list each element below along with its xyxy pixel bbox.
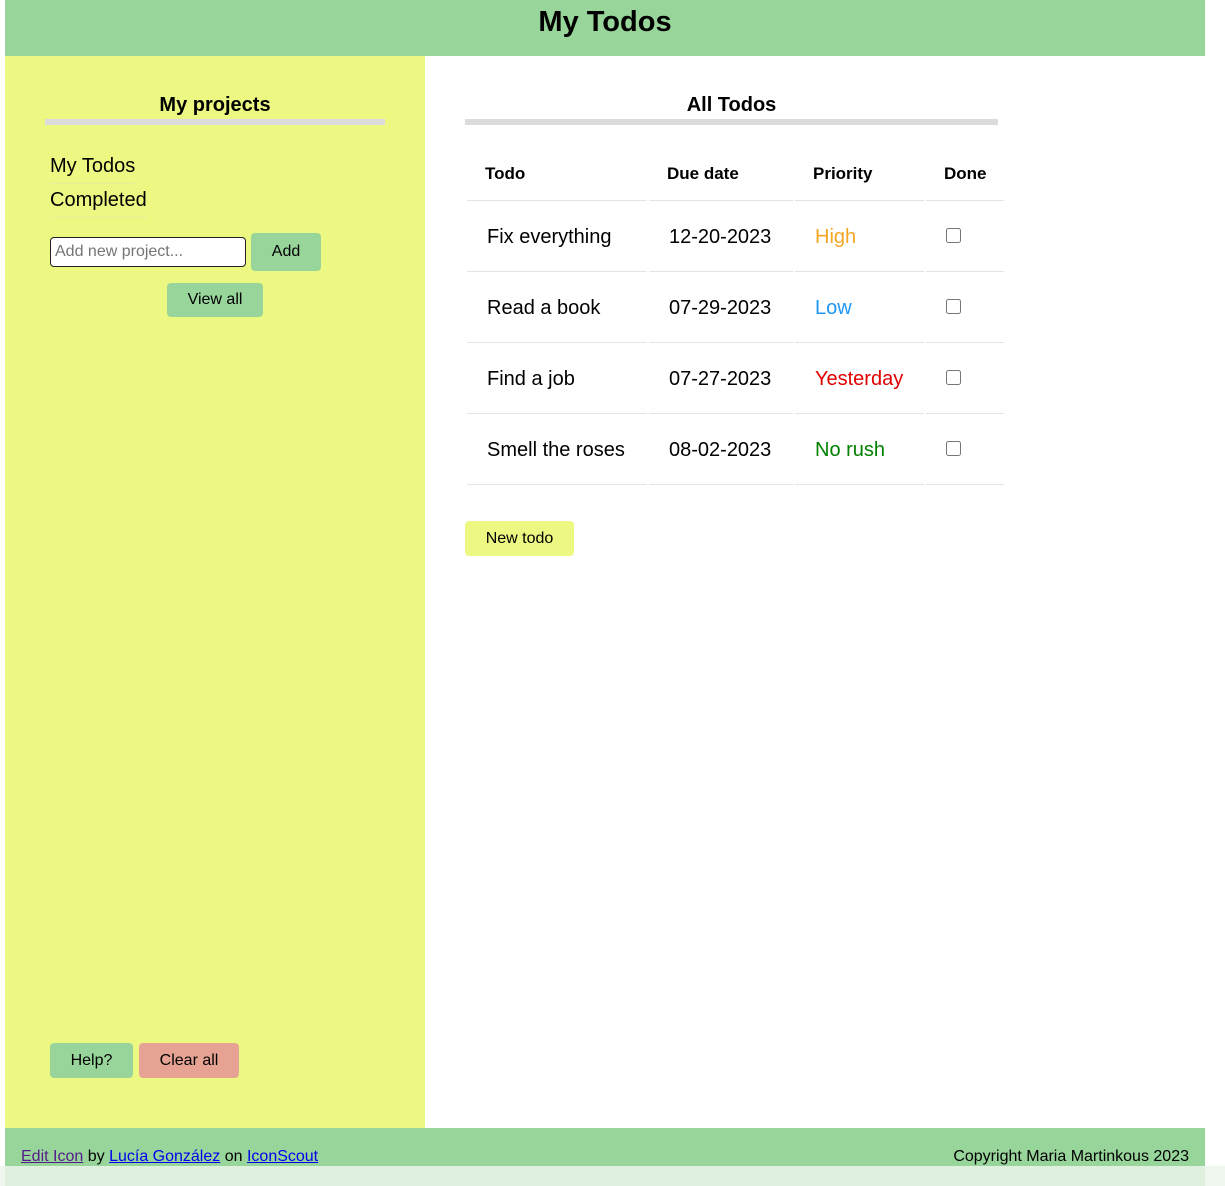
- todo-done-cell: [926, 274, 1004, 343]
- todo-due-date: 12-20-2023: [649, 203, 793, 272]
- todo-priority: High: [795, 203, 924, 272]
- view-all-button[interactable]: View all: [167, 283, 263, 317]
- add-project-button[interactable]: Add: [251, 233, 321, 271]
- todo-priority: Low: [795, 274, 924, 343]
- iconscout-link[interactable]: IconScout: [247, 1148, 318, 1165]
- app-title: My Todos: [538, 5, 672, 38]
- footer-by-text: by: [87, 1148, 105, 1165]
- sidebar: My projects My Todos Completed Add View …: [5, 56, 425, 1128]
- new-project-input[interactable]: [50, 237, 246, 267]
- edit-icon-link[interactable]: Edit Icon: [21, 1148, 83, 1165]
- help-button[interactable]: Help?: [50, 1043, 133, 1078]
- todo-title: Fix everything: [467, 203, 647, 272]
- new-todo-button[interactable]: New todo: [465, 521, 574, 556]
- table-row: Smell the roses 08-02-2023 No rush: [467, 416, 1004, 485]
- table-row: Find a job 07-27-2023 Yesterday: [467, 345, 1004, 414]
- copyright-text: Copyright Maria Martinkous 2023: [953, 1148, 1189, 1165]
- main-title-divider: [465, 119, 998, 125]
- table-header-row: Todo Due date Priority Done: [467, 148, 1004, 201]
- column-header-due-date: Due date: [649, 148, 793, 201]
- todo-title: Find a job: [467, 345, 647, 414]
- todo-done-cell: [926, 203, 1004, 272]
- app-header: My Todos: [5, 0, 1205, 56]
- todo-due-date: 07-29-2023: [649, 274, 793, 343]
- todo-title: Read a book: [467, 274, 647, 343]
- footer-on-text: on: [224, 1148, 243, 1165]
- table-row: Fix everything 12-20-2023 High: [467, 203, 1004, 272]
- clear-all-button[interactable]: Clear all: [139, 1043, 239, 1078]
- todo-title: Smell the roses: [467, 416, 647, 485]
- todo-done-checkbox[interactable]: [946, 369, 961, 385]
- todo-table: Todo Due date Priority Done Fix everythi…: [465, 146, 1006, 487]
- column-header-priority: Priority: [795, 148, 924, 201]
- todo-done-checkbox[interactable]: [946, 440, 961, 456]
- table-row: Read a book 07-29-2023 Low: [467, 274, 1004, 343]
- project-list: My Todos Completed: [50, 150, 147, 218]
- todo-done-cell: [926, 345, 1004, 414]
- author-link[interactable]: Lucía González: [109, 1148, 220, 1165]
- system-dock-overlay: [0, 1166, 1225, 1186]
- todo-due-date: 08-02-2023: [649, 416, 793, 485]
- app-page: My Todos My projects My Todos Completed …: [0, 0, 1225, 1186]
- project-item-completed[interactable]: Completed: [50, 184, 147, 218]
- todo-due-date: 07-27-2023: [649, 345, 793, 414]
- main-title: All Todos: [686, 94, 777, 116]
- footer-credits: Edit Icon by Lucía González on IconScout: [21, 1148, 318, 1166]
- todo-priority: No rush: [795, 416, 924, 485]
- sidebar-title: My projects: [159, 94, 271, 116]
- todo-done-checkbox[interactable]: [946, 227, 961, 243]
- todo-done-checkbox[interactable]: [946, 298, 961, 314]
- column-header-todo: Todo: [467, 148, 647, 201]
- project-item-my-todos[interactable]: My Todos: [50, 150, 136, 184]
- sidebar-title-divider: [45, 119, 385, 125]
- todo-priority: Yesterday: [795, 345, 924, 414]
- column-header-done: Done: [926, 148, 1004, 201]
- todo-done-cell: [926, 416, 1004, 485]
